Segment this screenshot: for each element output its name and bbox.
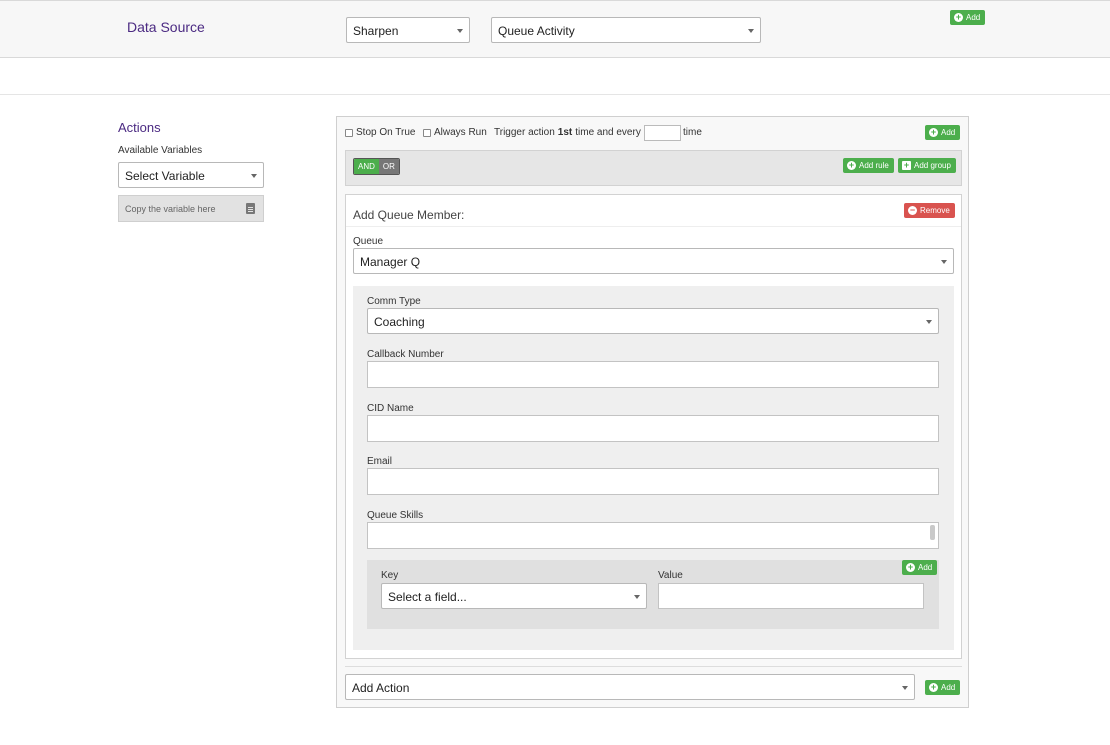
add-key-value-button[interactable]: + Add	[902, 560, 938, 575]
remove-label: Remove	[920, 206, 950, 215]
trigger-interval-input[interactable]	[644, 125, 681, 141]
data-type-select-value: Queue Activity	[498, 24, 575, 38]
plus-circle-icon: +	[906, 562, 915, 572]
queue-skills-label: Queue Skills	[367, 510, 424, 521]
key-select-value: Select a field...	[388, 590, 467, 604]
plus-circle-icon: +	[954, 12, 963, 22]
add-trigger-button[interactable]: + Add	[925, 125, 961, 140]
add-action-select[interactable]: Add Action	[345, 674, 915, 700]
key-label: Key	[381, 570, 399, 581]
document-icon[interactable]	[246, 203, 255, 214]
copy-variable-hint: Copy the variable here	[125, 204, 216, 214]
stop-on-true-option[interactable]: Stop On True	[345, 127, 415, 138]
trigger-prefix: Trigger action	[494, 127, 555, 138]
queue-member-card: Add Queue Member: − Remove Queue Manager…	[345, 194, 962, 659]
queue-member-title: Add Queue Member:	[353, 208, 465, 222]
always-run-option[interactable]: Always Run	[423, 127, 487, 138]
section-divider	[0, 94, 1110, 95]
data-type-select[interactable]: Queue Activity	[491, 17, 761, 43]
add-action-value: Add Action	[352, 681, 410, 695]
data-source-bar: Data Source Sharpen Queue Activity + Add	[0, 0, 1110, 58]
comm-type-label: Comm Type	[367, 296, 421, 307]
queue-skills-input[interactable]	[367, 522, 939, 549]
actions-title: Actions	[118, 120, 161, 135]
add-rule-label: Add rule	[859, 161, 889, 170]
value-label: Value	[658, 570, 683, 581]
plus-circle-icon: +	[847, 160, 856, 170]
card-divider	[346, 226, 961, 227]
comm-type-value: Coaching	[374, 315, 425, 329]
add-rule-button[interactable]: + Add rule	[843, 158, 894, 173]
email-label: Email	[367, 456, 393, 467]
add-action-label: Add	[941, 683, 956, 692]
callback-number-label: Callback Number	[367, 349, 444, 360]
plus-square-icon: +	[902, 160, 911, 170]
variable-select[interactable]: Select Variable	[118, 162, 264, 188]
chevron-down-icon	[251, 174, 257, 178]
available-variables-label: Available Variables	[118, 145, 203, 156]
trigger-time-label: time	[683, 127, 702, 138]
rule-builder: AND OR + Add rule + Add group	[345, 150, 962, 186]
comm-type-select[interactable]: Coaching	[367, 308, 939, 334]
chevron-down-icon	[457, 29, 463, 33]
stop-on-true-checkbox[interactable]	[345, 128, 353, 137]
or-button[interactable]: OR	[378, 159, 399, 174]
and-button[interactable]: AND	[354, 159, 379, 174]
always-run-label: Always Run	[434, 127, 487, 138]
value-input[interactable]	[658, 583, 924, 609]
key-select[interactable]: Select a field...	[381, 583, 647, 609]
cid-name-label: CID Name	[367, 403, 414, 414]
add-key-value-label: Add	[918, 563, 933, 572]
chevron-down-icon	[902, 686, 908, 690]
minus-circle-icon: −	[908, 205, 917, 215]
add-data-source-button[interactable]: + Add	[950, 10, 986, 25]
action-panel: Stop On True Always Run Trigger action 1…	[336, 116, 969, 708]
queue-label: Queue	[353, 236, 384, 247]
queue-select[interactable]: Manager Q	[353, 248, 954, 274]
plus-circle-icon: +	[929, 682, 938, 692]
data-source-select[interactable]: Sharpen	[346, 17, 470, 43]
add-action-button[interactable]: + Add	[925, 680, 961, 695]
comm-settings: Comm Type Coaching Callback Number CID N…	[353, 286, 954, 650]
and-or-toggle[interactable]: AND OR	[353, 158, 400, 175]
callback-number-input[interactable]	[367, 361, 939, 388]
chevron-down-icon	[634, 595, 640, 599]
copy-variable-box[interactable]: Copy the variable here	[118, 195, 264, 222]
add-data-source-label: Add	[966, 13, 981, 22]
trigger-suffix: time and every	[575, 127, 641, 138]
add-trigger-label: Add	[941, 128, 956, 137]
queue-select-value: Manager Q	[360, 255, 421, 269]
chevron-down-icon	[926, 320, 932, 324]
plus-circle-icon: +	[929, 127, 938, 137]
add-group-label: Add group	[914, 161, 951, 170]
add-group-button[interactable]: + Add group	[898, 158, 956, 173]
queue-skills-scrollbar[interactable]	[930, 525, 935, 540]
trigger-count: 1st	[557, 127, 573, 138]
always-run-checkbox[interactable]	[423, 128, 431, 137]
remove-button[interactable]: − Remove	[904, 203, 955, 218]
email-input[interactable]	[367, 468, 939, 495]
panel-divider	[345, 666, 962, 667]
key-value-editor: Key Value + Add Select a field...	[367, 560, 939, 629]
cid-name-input[interactable]	[367, 415, 939, 442]
data-source-title: Data Source	[127, 19, 205, 35]
stop-on-true-label: Stop On True	[356, 127, 416, 138]
trigger-text: Trigger action 1st time and every	[494, 127, 641, 138]
variable-select-value: Select Variable	[125, 169, 205, 183]
chevron-down-icon	[941, 260, 947, 264]
data-source-select-value: Sharpen	[353, 24, 399, 38]
chevron-down-icon	[748, 29, 754, 33]
